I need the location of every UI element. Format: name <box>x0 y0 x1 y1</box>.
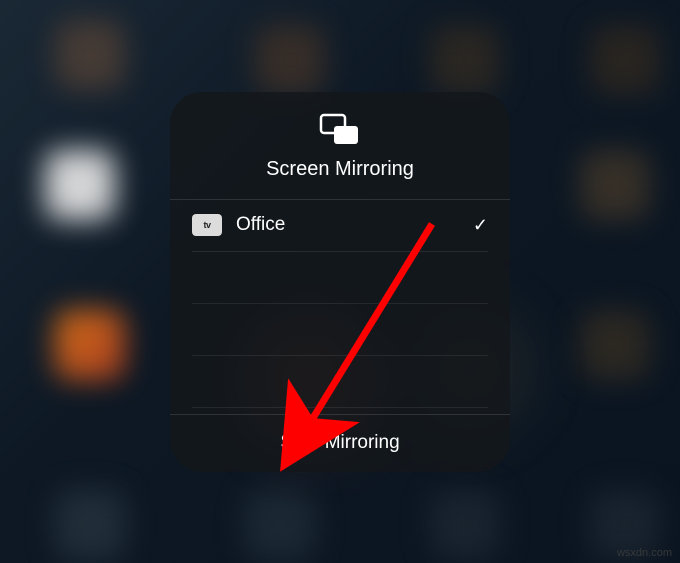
screen-mirroring-icon <box>318 112 362 148</box>
device-row-office[interactable]: tv Office ✓ <box>192 200 488 252</box>
device-list: tv Office ✓ <box>170 200 510 414</box>
empty-row <box>192 356 488 408</box>
screen-mirroring-panel: Screen Mirroring tv Office ✓ Stop Mirror… <box>170 92 510 472</box>
watermark: wsxdn.com <box>617 547 672 559</box>
checkmark-icon: ✓ <box>473 215 488 236</box>
panel-footer: Stop Mirroring <box>170 414 510 472</box>
empty-row <box>192 304 488 356</box>
panel-title: Screen Mirroring <box>266 158 414 181</box>
stop-mirroring-button[interactable]: Stop Mirroring <box>280 432 399 454</box>
device-name: Office <box>236 214 473 236</box>
panel-header: Screen Mirroring <box>170 92 510 200</box>
apple-tv-icon: tv <box>192 214 222 236</box>
empty-row <box>192 252 488 304</box>
